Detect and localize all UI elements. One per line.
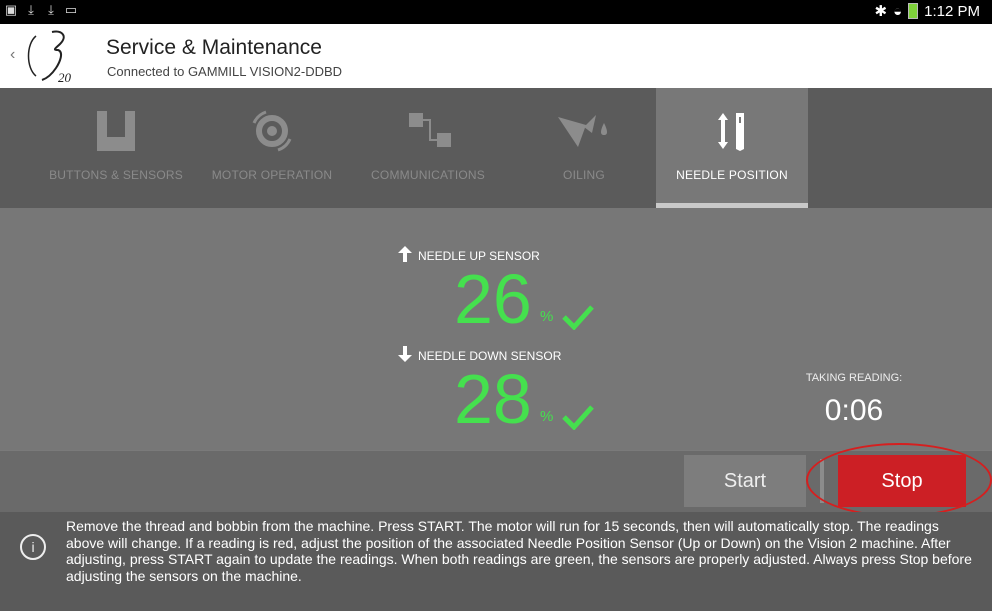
tab-label: BUTTONS & SENSORS bbox=[49, 168, 183, 182]
button-divider bbox=[820, 459, 824, 503]
download-icon: ⤓ bbox=[48, 2, 54, 17]
tab-label: COMMUNICATIONS bbox=[371, 168, 485, 182]
wifi-icon: ◒ bbox=[893, 2, 903, 20]
logo-text: 20 bbox=[58, 70, 72, 84]
tab-oiling[interactable]: OILING bbox=[508, 88, 660, 208]
tab-needle-position[interactable]: NEEDLE POSITION bbox=[656, 88, 808, 208]
start-button[interactable]: Start bbox=[684, 455, 806, 507]
status-left-icons: ▣ ⤓ ⤓ ▭ bbox=[4, 3, 78, 17]
motor-gear-icon bbox=[196, 108, 348, 154]
info-footer: i Remove the thread and bobbin from the … bbox=[0, 512, 992, 611]
tab-label: OILING bbox=[563, 168, 605, 182]
needle-position-panel: NEEDLE UP SENSOR 26 % NEEDLE DOWN SENSOR… bbox=[0, 208, 992, 450]
needle-down-unit: % bbox=[540, 408, 554, 425]
tab-label: NEEDLE POSITION bbox=[676, 168, 788, 182]
arrow-down-icon bbox=[398, 346, 412, 365]
battery-icon bbox=[908, 3, 919, 19]
buttons-sensors-icon bbox=[40, 108, 192, 154]
stop-button[interactable]: Stop bbox=[838, 455, 966, 507]
download-icon: ⤓ bbox=[28, 2, 34, 17]
reading-timer: 0:06 bbox=[824, 394, 884, 427]
tab-label: MOTOR OPERATION bbox=[211, 168, 333, 182]
tab-bar: BUTTONS & SENSORS MOTOR OPERATION COMMUN… bbox=[0, 88, 992, 208]
check-icon bbox=[562, 405, 594, 430]
status-time: 1:12 PM bbox=[924, 2, 980, 20]
tab-motor-operation[interactable]: MOTOR OPERATION bbox=[196, 88, 348, 208]
oil-can-icon bbox=[508, 108, 660, 154]
needle-position-icon bbox=[656, 108, 808, 154]
instructions-text: Remove the thread and bobbin from the ma… bbox=[66, 518, 972, 584]
check-icon bbox=[562, 305, 594, 330]
needle-up-unit: % bbox=[540, 308, 554, 325]
info-icon: i bbox=[20, 534, 46, 560]
needle-up-value: 26 bbox=[454, 260, 532, 338]
taking-reading-label: TAKING READING: bbox=[805, 372, 903, 384]
app-header: ‹ 20 Service & Maintenance Connected to … bbox=[0, 24, 992, 88]
action-bar: Start Stop bbox=[0, 443, 992, 517]
bluetooth-icon: ✱ bbox=[874, 3, 888, 20]
back-chevron-icon[interactable]: ‹ bbox=[10, 46, 15, 64]
cast-icon: ▭ bbox=[64, 2, 78, 17]
communications-icon bbox=[352, 108, 504, 154]
status-right: ✱ ◒ 1:12 PM bbox=[874, 2, 980, 21]
gallery-icon: ▣ bbox=[4, 2, 18, 17]
tab-communications[interactable]: COMMUNICATIONS bbox=[352, 88, 504, 208]
arrow-up-icon bbox=[398, 246, 412, 265]
connection-status: Connected to GAMMILL VISION2-DDBD bbox=[107, 64, 343, 79]
app-logo[interactable]: 20 bbox=[22, 28, 84, 84]
page-title: Service & Maintenance bbox=[106, 36, 322, 59]
needle-down-value: 28 bbox=[454, 360, 532, 438]
tab-buttons-sensors[interactable]: BUTTONS & SENSORS bbox=[40, 88, 192, 208]
status-bar: ▣ ⤓ ⤓ ▭ ✱ ◒ 1:12 PM bbox=[0, 0, 992, 24]
